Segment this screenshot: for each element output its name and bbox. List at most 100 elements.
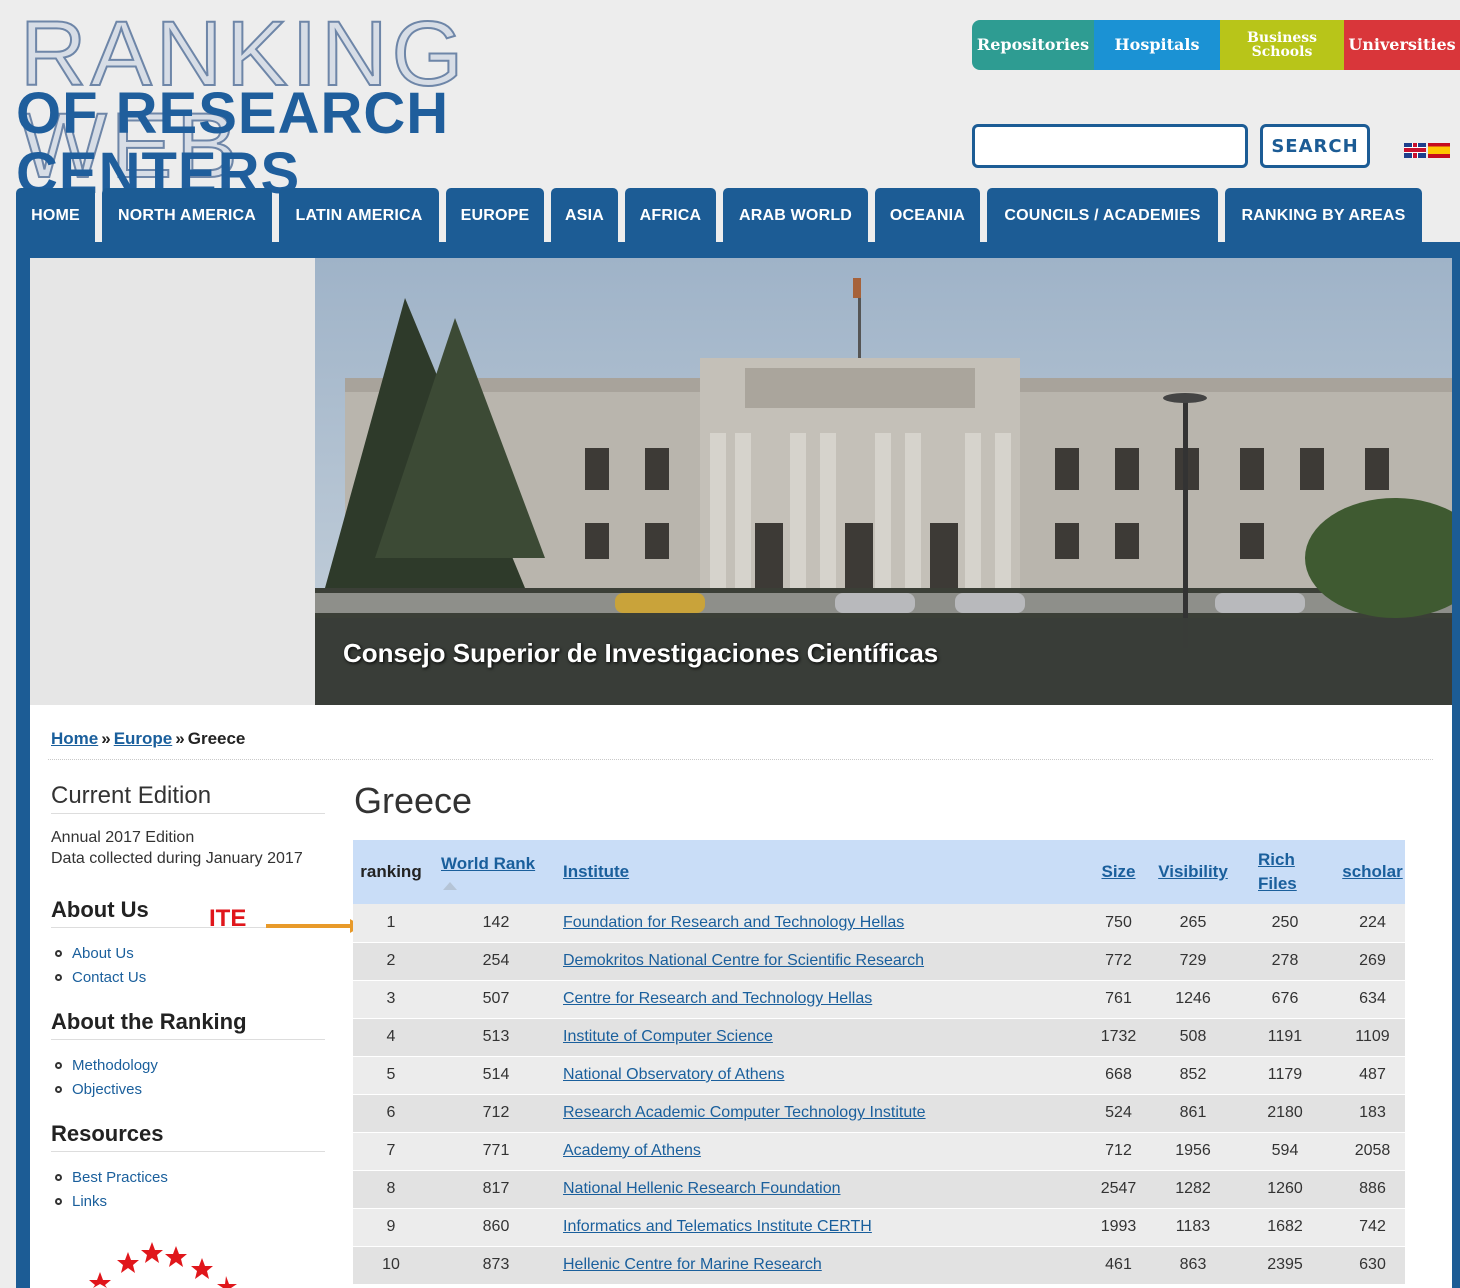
- nav-councils-academies[interactable]: COUNCILS / ACADEMIES: [987, 188, 1218, 244]
- institute-link[interactable]: National Hellenic Research Foundation: [563, 1180, 841, 1197]
- cell-rich-files: 2180: [1230, 1094, 1340, 1133]
- sort-ascending-icon: [443, 882, 457, 890]
- cell-ranking: 7: [353, 1132, 429, 1171]
- search-button[interactable]: SEARCH: [1260, 124, 1370, 168]
- bullet-icon: [55, 1085, 62, 1093]
- column-size[interactable]: Size: [1081, 840, 1156, 904]
- sidebar-divider: [51, 1151, 325, 1152]
- nav-africa[interactable]: AFRICA: [625, 188, 716, 244]
- cell-institute: National Hellenic Research Foundation: [563, 1170, 1081, 1209]
- cell-size: 524: [1081, 1094, 1156, 1133]
- cell-rich-files: 676: [1230, 980, 1340, 1019]
- nav-ranking-by-areas[interactable]: RANKING BY AREAS: [1225, 188, 1422, 244]
- list-item: About Us: [55, 941, 146, 965]
- cell-ranking: 1: [353, 904, 429, 943]
- tab-business-schools[interactable]: Business Schools: [1220, 20, 1344, 70]
- cell-scholar: 2058: [1340, 1132, 1405, 1171]
- cell-institute: Foundation for Research and Technology H…: [563, 904, 1081, 943]
- table-header-row: ranking World Rank Institute Size Visibi…: [353, 840, 1405, 904]
- link-objectives[interactable]: Objectives: [72, 1081, 142, 1098]
- cell-ranking: 5: [353, 1056, 429, 1095]
- banner-side-panel: [30, 258, 315, 705]
- institute-link[interactable]: Informatics and Telematics Institute CER…: [563, 1218, 872, 1235]
- nav-asia[interactable]: ASIA: [551, 188, 618, 244]
- nav-arab-world[interactable]: ARAB WORLD: [723, 188, 868, 244]
- column-rich-files[interactable]: Rich Files: [1230, 840, 1340, 904]
- column-scholar[interactable]: scholar: [1340, 840, 1405, 904]
- tab-universities[interactable]: Universities: [1344, 20, 1460, 70]
- breadcrumb-europe[interactable]: Europe: [114, 729, 173, 748]
- spain-flag-icon[interactable]: [1428, 143, 1450, 158]
- breadcrumb-divider: [48, 759, 1433, 760]
- language-flags: [1404, 143, 1450, 158]
- cell-world-rank: 817: [429, 1170, 563, 1209]
- edition-line: Annual 2017 Edition: [51, 829, 195, 846]
- table-row: 10 873 Hellenic Centre for Marine Research…: [353, 1246, 1405, 1285]
- about-us-list: About Us Contact Us: [55, 941, 146, 989]
- logo-subtitle: OF RESEARCH CENTERS: [16, 81, 450, 206]
- nav-north-america[interactable]: NORTH AMERICA: [102, 188, 272, 244]
- ite-annotation-label: ITE: [209, 905, 247, 932]
- cell-institute: Research Academic Computer Technology In…: [563, 1094, 1081, 1133]
- link-links[interactable]: Links: [72, 1193, 107, 1210]
- cell-visibility: 1956: [1156, 1132, 1230, 1171]
- link-best-practices[interactable]: Best Practices: [72, 1169, 168, 1186]
- table-row: 3 507 Centre for Research and Technology H…: [353, 980, 1405, 1019]
- table-row: 2 254 Demokritos National Centre for Scien…: [353, 942, 1405, 981]
- cell-world-rank: 860: [429, 1208, 563, 1247]
- cell-size: 1732: [1081, 1018, 1156, 1057]
- link-contact-us[interactable]: Contact Us: [72, 969, 146, 986]
- cell-institute: Hellenic Centre for Marine Research: [563, 1246, 1081, 1285]
- cell-scholar: 487: [1340, 1056, 1405, 1095]
- cell-rich-files: 1191: [1230, 1018, 1340, 1057]
- site-logo[interactable]: RANKING WEB OF RESEARCH CENTERS: [14, 7, 694, 204]
- cell-size: 668: [1081, 1056, 1156, 1095]
- institute-link[interactable]: Centre for Research and Technology Hella…: [563, 990, 872, 1007]
- cell-world-rank: 254: [429, 942, 563, 981]
- cell-visibility: 1246: [1156, 980, 1230, 1019]
- column-world-rank[interactable]: World Rank: [429, 840, 563, 904]
- institute-link[interactable]: Hellenic Centre for Marine Research: [563, 1256, 822, 1273]
- institute-link[interactable]: Research Academic Computer Technology In…: [563, 1104, 926, 1121]
- nav-europe[interactable]: EUROPE: [446, 188, 544, 244]
- world-rank-sort-link[interactable]: World Rank: [441, 854, 535, 873]
- cell-scholar: 269: [1340, 942, 1405, 981]
- nav-oceania[interactable]: OCEANIA: [875, 188, 980, 244]
- institute-link[interactable]: Institute of Computer Science: [563, 1028, 773, 1045]
- cell-size: 761: [1081, 980, 1156, 1019]
- tab-repositories[interactable]: Repositories: [972, 20, 1094, 70]
- size-sort-link[interactable]: Size: [1101, 862, 1135, 881]
- list-item: Methodology: [55, 1053, 158, 1077]
- cell-scholar: 634: [1340, 980, 1405, 1019]
- cell-rich-files: 2395: [1230, 1246, 1340, 1285]
- nav-home[interactable]: HOME: [16, 188, 95, 244]
- annotation-arrow-icon: [266, 919, 362, 933]
- institute-link[interactable]: Foundation for Research and Technology H…: [563, 914, 904, 931]
- bullet-icon: [55, 949, 62, 957]
- main-nav: HOME NORTH AMERICA LATIN AMERICA EUROPE …: [16, 188, 1422, 244]
- link-about-us[interactable]: About Us: [72, 945, 134, 962]
- search-input[interactable]: [972, 124, 1248, 168]
- list-item: Best Practices: [55, 1165, 168, 1189]
- column-visibility[interactable]: Visibility: [1156, 840, 1230, 904]
- column-institute[interactable]: Institute: [563, 840, 1081, 904]
- institute-sort-link[interactable]: Institute: [563, 862, 629, 881]
- tab-hospitals[interactable]: Hospitals: [1094, 20, 1220, 70]
- banner-caption: Consejo Superior de Investigaciones Cien…: [343, 638, 939, 668]
- cell-world-rank: 712: [429, 1094, 563, 1133]
- breadcrumb-current: Greece: [187, 729, 246, 748]
- institute-link[interactable]: National Observatory of Athens: [563, 1066, 784, 1083]
- rich-files-sort-link[interactable]: Rich Files: [1258, 850, 1297, 893]
- institute-link[interactable]: Demokritos National Centre for Scientifi…: [563, 952, 924, 969]
- cell-world-rank: 513: [429, 1018, 563, 1057]
- cell-ranking: 4: [353, 1018, 429, 1057]
- uk-flag-icon[interactable]: [1404, 143, 1426, 158]
- cell-visibility: 1282: [1156, 1170, 1230, 1209]
- institute-link[interactable]: Academy of Athens: [563, 1142, 701, 1159]
- scholar-sort-link[interactable]: scholar: [1342, 862, 1402, 881]
- breadcrumb-home[interactable]: Home: [51, 729, 98, 748]
- page-title: Greece: [354, 780, 473, 821]
- visibility-sort-link[interactable]: Visibility: [1158, 862, 1228, 881]
- link-methodology[interactable]: Methodology: [72, 1057, 158, 1074]
- nav-latin-america[interactable]: LATIN AMERICA: [279, 188, 439, 244]
